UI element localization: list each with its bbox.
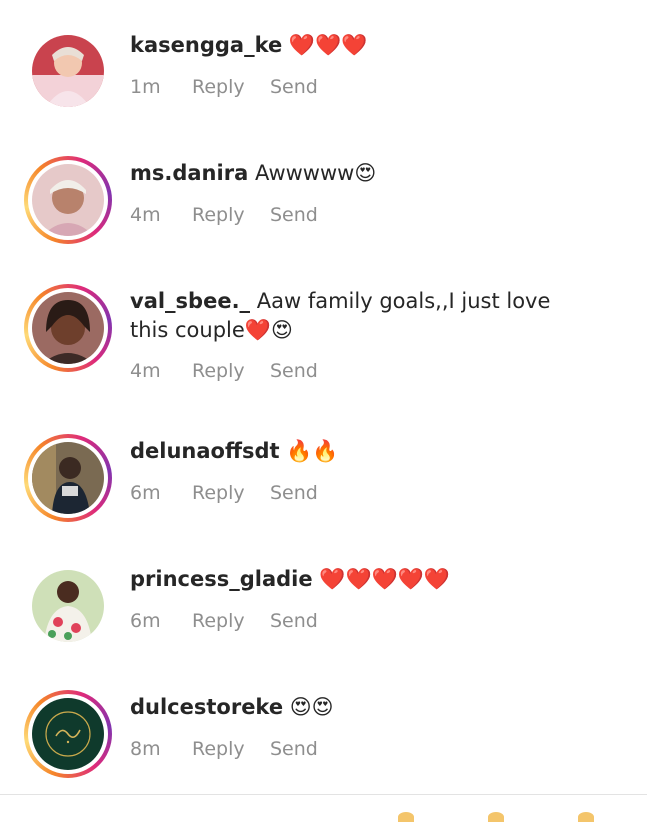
avatar-dulcestoreke[interactable]: [24, 690, 112, 778]
quick-emoji-icon[interactable]: [398, 812, 414, 822]
comment-text-block: dulcestoreke 😍😍: [130, 693, 587, 722]
avatar-ms-danira[interactable]: [24, 156, 112, 244]
avatar-delunaoffsdt[interactable]: [24, 434, 112, 522]
avatar-image: [32, 698, 104, 770]
avatar-princess-gladie[interactable]: [24, 562, 112, 650]
quick-emoji-icon[interactable]: [578, 812, 594, 822]
avatar-image: [32, 292, 104, 364]
comment-emoji: ❤️❤️❤️❤️❤️: [319, 567, 451, 591]
comment-text-block: kasengga_ke ❤️❤️❤️: [130, 31, 587, 60]
comment-username[interactable]: ms.danira: [130, 161, 248, 185]
avatar-image: [32, 164, 104, 236]
avatar-image: [32, 35, 104, 107]
avatar-val-sbee[interactable]: [24, 284, 112, 372]
quick-emoji-icon[interactable]: [488, 812, 504, 822]
emoji-quick-bar: [0, 795, 647, 822]
comment-timestamp: 6m: [130, 482, 161, 504]
avatar-image: [32, 570, 104, 642]
comment-timestamp: 1m: [130, 76, 161, 98]
comment-emoji: ❤️❤️❤️: [288, 33, 368, 57]
send-button[interactable]: Send: [270, 360, 318, 382]
comment-emoji: 😍: [354, 161, 377, 185]
comment-text-block: princess_gladie ❤️❤️❤️❤️❤️: [130, 565, 587, 594]
comment-text-block: val_sbee._ Aaw family goals,,I just love…: [130, 287, 587, 345]
comment-timestamp: 4m: [130, 360, 161, 382]
avatar-image: [32, 442, 104, 514]
comment-meta: 4m Reply Send: [130, 360, 318, 382]
comment-text: Awwwww: [254, 161, 355, 185]
reply-button[interactable]: Reply: [192, 610, 270, 632]
comment-emoji: ❤️😍: [244, 318, 293, 342]
comment-list: kasengga_ke ❤️❤️❤️ 1m Reply Send ms.danira…: [0, 0, 647, 795]
send-button[interactable]: Send: [270, 204, 318, 226]
comment-meta: 1m Reply Send: [130, 76, 318, 98]
comment-text-block: delunaoffsdt 🔥🔥: [130, 437, 587, 466]
reply-button[interactable]: Reply: [192, 360, 270, 382]
comment-username[interactable]: delunaoffsdt: [130, 439, 280, 463]
reply-button[interactable]: Reply: [192, 204, 270, 226]
comment-username[interactable]: dulcestoreke: [130, 695, 283, 719]
comment-emoji: 😍😍: [289, 695, 334, 719]
send-button[interactable]: Send: [270, 76, 318, 98]
comment-meta: 8m Reply Send: [130, 738, 318, 760]
comment-timestamp: 4m: [130, 204, 161, 226]
comment-emoji: 🔥🔥: [286, 439, 339, 463]
send-button[interactable]: Send: [270, 738, 318, 760]
reply-button[interactable]: Reply: [192, 738, 270, 760]
comment-meta: 6m Reply Send: [130, 610, 318, 632]
comment-timestamp: 6m: [130, 610, 161, 632]
comment-username[interactable]: kasengga_ke: [130, 33, 282, 57]
comment-meta: 6m Reply Send: [130, 482, 318, 504]
comment-username[interactable]: val_sbee._: [130, 289, 250, 313]
reply-button[interactable]: Reply: [192, 76, 270, 98]
reply-button[interactable]: Reply: [192, 482, 270, 504]
comment-timestamp: 8m: [130, 738, 161, 760]
comment-text-block: ms.danira Awwwww😍: [130, 159, 587, 188]
comment-meta: 4m Reply Send: [130, 204, 318, 226]
avatar-kasengga[interactable]: [24, 27, 112, 115]
send-button[interactable]: Send: [270, 482, 318, 504]
send-button[interactable]: Send: [270, 610, 318, 632]
comment-username[interactable]: princess_gladie: [130, 567, 313, 591]
